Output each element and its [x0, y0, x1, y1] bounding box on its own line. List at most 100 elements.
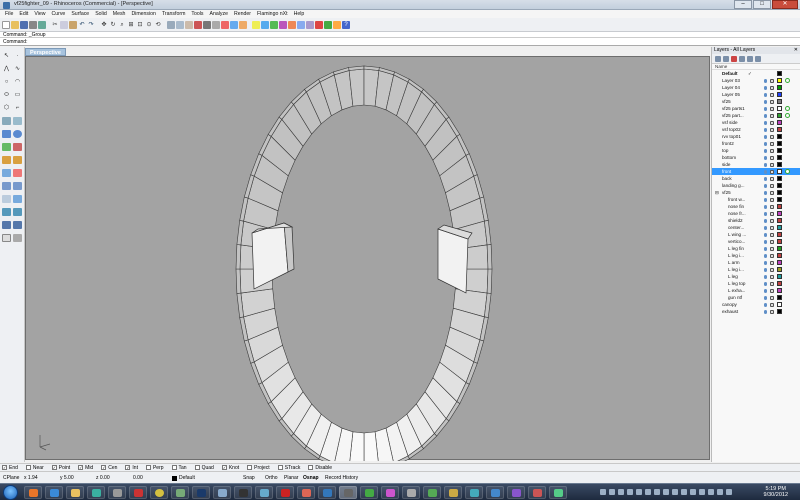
layer-visibility-bulb-icon[interactable]: [764, 92, 767, 97]
undo-view-icon[interactable]: ⟲: [154, 21, 162, 29]
osnap-checkbox[interactable]: ✓: [125, 465, 131, 470]
tray-icon-13[interactable]: [708, 489, 714, 495]
app8-taskbar-icon[interactable]: [402, 486, 420, 499]
boolean-icon[interactable]: [13, 143, 22, 151]
ellipse-icon[interactable]: ⬭: [2, 91, 11, 99]
app4-taskbar-icon[interactable]: [213, 486, 231, 499]
zoom-selected-icon[interactable]: ⊙: [145, 21, 153, 29]
tree-collapse-icon[interactable]: ⊟: [715, 189, 719, 196]
move-up-icon[interactable]: [739, 55, 745, 62]
layer-visibility-bulb-icon[interactable]: [764, 239, 767, 244]
layer-visibility-bulb-icon[interactable]: [764, 113, 767, 118]
layer-lock-icon[interactable]: [770, 211, 774, 216]
layer-visibility-bulb-icon[interactable]: [764, 225, 767, 230]
tray-icon-6[interactable]: [645, 489, 651, 495]
layer-lock-icon[interactable]: [770, 295, 774, 300]
perspective-viewport[interactable]: [25, 56, 710, 461]
media-taskbar-icon[interactable]: [87, 486, 105, 499]
layer-lock-icon[interactable]: [770, 141, 774, 146]
layer-name[interactable]: canopy: [722, 301, 762, 308]
osnap-checkbox[interactable]: [25, 465, 31, 470]
tray-icon-8[interactable]: [663, 489, 669, 495]
save-icon[interactable]: [20, 20, 28, 29]
app15-taskbar-icon[interactable]: [549, 486, 567, 499]
layer-color-swatch[interactable]: [777, 218, 782, 223]
layer-visibility-bulb-icon[interactable]: [764, 120, 767, 125]
layer-name[interactable]: vf25: [722, 189, 762, 196]
layer-row[interactable]: L leg i...: [712, 252, 800, 259]
osnap-checkbox[interactable]: ✓: [2, 465, 7, 470]
layer-row[interactable]: front2: [712, 140, 800, 147]
layer-row[interactable]: shield2: [712, 217, 800, 224]
menu-transform[interactable]: Transform: [159, 10, 188, 18]
layer-lock-icon[interactable]: [770, 309, 774, 314]
layer-lock-icon[interactable]: [770, 204, 774, 209]
osnap-icon[interactable]: [306, 20, 314, 29]
layer-visibility-bulb-icon[interactable]: [764, 204, 767, 209]
layer-row[interactable]: back: [712, 175, 800, 182]
viewport-tab-perspective[interactable]: Perspective: [25, 48, 66, 56]
copy-icon[interactable]: [60, 20, 68, 29]
osnap-strack[interactable]: STrack: [277, 465, 300, 471]
layer-visibility-bulb-icon[interactable]: [764, 211, 767, 216]
firefox-taskbar-icon[interactable]: [24, 486, 42, 499]
layer-visibility-bulb-icon[interactable]: [764, 232, 767, 237]
move-down-icon[interactable]: [747, 55, 753, 62]
material-icon[interactable]: [279, 20, 287, 29]
layer-name[interactable]: L leg fin: [728, 245, 768, 252]
surface-corner-icon[interactable]: [2, 117, 11, 125]
layer-row[interactable]: vf25 part...: [712, 112, 800, 119]
polygon-icon[interactable]: ⬡: [2, 104, 11, 112]
menu-view[interactable]: View: [31, 10, 48, 18]
layer-row[interactable]: L arm: [712, 259, 800, 266]
layer-color-swatch[interactable]: [777, 281, 782, 286]
app9-taskbar-icon[interactable]: [423, 486, 441, 499]
layer-color-swatch[interactable]: [777, 92, 782, 97]
layer-row[interactable]: top: [712, 147, 800, 154]
rotate-icon[interactable]: [13, 208, 22, 216]
rhino-app-icon[interactable]: [3, 1, 10, 9]
layer-name[interactable]: gun ntf: [728, 294, 768, 301]
menu-file[interactable]: File: [2, 10, 16, 18]
sphere-icon[interactable]: [13, 130, 22, 138]
osnap-quad[interactable]: Quad: [194, 465, 214, 471]
layer-lock-icon[interactable]: [770, 120, 774, 125]
layer-color-swatch[interactable]: [777, 225, 782, 230]
layer-name[interactable]: nose fin: [728, 203, 768, 210]
layer-row[interactable]: Default ✓: [712, 70, 800, 77]
layer-lock-icon[interactable]: [770, 274, 774, 279]
app10-taskbar-icon[interactable]: [444, 486, 462, 499]
layer-color-swatch[interactable]: [777, 274, 782, 279]
layer-color-swatch[interactable]: [777, 120, 782, 125]
layer-name[interactable]: L leg: [728, 273, 768, 280]
layer-color-swatch[interactable]: [777, 211, 782, 216]
layer-color-swatch[interactable]: [777, 295, 782, 300]
layer-row[interactable]: landing g...: [712, 182, 800, 189]
layer-lock-icon[interactable]: [770, 239, 774, 244]
polyline-icon[interactable]: ⋀: [2, 65, 11, 73]
layer-name[interactable]: vsf top02: [722, 126, 762, 133]
layer-visibility-bulb-icon[interactable]: [764, 253, 767, 258]
tray-icon-3[interactable]: [618, 489, 624, 495]
app-taskbar-icon[interactable]: [108, 486, 126, 499]
layer-name[interactable]: bottom: [722, 154, 762, 161]
layer-lock-icon[interactable]: [770, 267, 774, 272]
layer-row[interactable]: vf25: [712, 98, 800, 105]
system-clock[interactable]: 5:19 PM 9/30/2012: [764, 486, 788, 498]
layer-color-swatch[interactable]: [777, 141, 782, 146]
osnap-knot[interactable]: ✓ Knot: [221, 465, 239, 471]
layer-name[interactable]: Layer 05: [722, 91, 762, 98]
viewport-layout-icon[interactable]: [167, 20, 175, 29]
osnap-tan[interactable]: Tan: [171, 465, 187, 471]
command-prompt[interactable]: Command:: [0, 38, 800, 46]
rhino-taskbar-icon[interactable]: [339, 486, 357, 499]
osnap-end[interactable]: ✓ End: [2, 465, 18, 471]
menu-render[interactable]: Render: [231, 10, 254, 18]
layer-name[interactable]: front2: [722, 140, 762, 147]
layer-material-icon[interactable]: [785, 113, 790, 118]
xray-icon[interactable]: [239, 20, 247, 29]
layer-visibility-bulb-icon[interactable]: [764, 295, 767, 300]
maximize-button[interactable]: □: [753, 0, 771, 9]
shaded-icon[interactable]: [212, 20, 220, 29]
layer-visibility-bulb-icon[interactable]: [764, 176, 767, 181]
